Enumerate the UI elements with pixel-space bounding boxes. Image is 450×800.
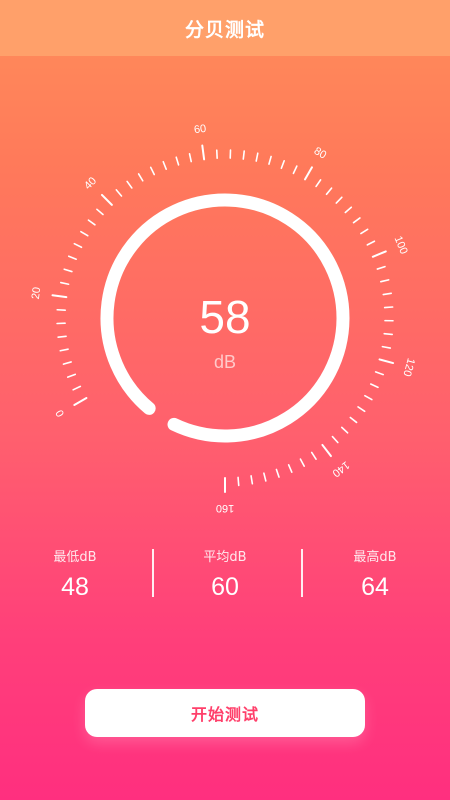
header-bar: 分贝测试 — [0, 0, 450, 56]
gauge-minor-tick — [96, 208, 104, 216]
stats-divider — [301, 549, 303, 597]
stat-avg: 平均dB 60 — [150, 540, 300, 610]
gauge-minor-tick — [59, 348, 69, 352]
gauge-minor-tick — [242, 150, 246, 160]
gauge-scale-label: 160 — [216, 502, 234, 514]
gauge-minor-tick — [376, 265, 386, 270]
gauge-major-tick — [201, 144, 206, 161]
gauge-scale-label: 140 — [330, 458, 352, 479]
gauge-minor-tick — [175, 156, 180, 166]
stats-divider — [152, 549, 154, 597]
gauge-minor-tick — [357, 406, 366, 413]
gauge-minor-tick — [268, 155, 272, 165]
gauge-minor-tick — [310, 451, 317, 460]
gauge-minor-tick — [275, 468, 280, 478]
gauge-minor-tick — [87, 219, 96, 226]
gauge-major-tick — [100, 193, 113, 206]
gauge-minor-tick — [352, 217, 361, 224]
gauge-minor-tick — [280, 159, 285, 170]
gauge-minor-tick — [315, 179, 322, 188]
gauge-minor-tick — [250, 475, 254, 485]
gauge-minor-tick — [67, 255, 77, 260]
gauge-minor-tick — [188, 152, 193, 163]
stat-min: 最低dB 48 — [0, 540, 150, 610]
stat-min-value: 48 — [61, 573, 89, 601]
stat-max-value: 64 — [361, 573, 389, 601]
gauge-scale-label: 60 — [193, 123, 207, 136]
gauge-scale-label: 40 — [82, 175, 99, 192]
gauge-minor-tick — [331, 435, 339, 444]
gauge-minor-tick — [366, 240, 376, 246]
stat-max-label: 最高dB — [353, 550, 397, 565]
gauge-scale-label: 80 — [312, 145, 329, 162]
stat-min-label: 最低dB — [53, 550, 97, 565]
current-db-unit: dB — [213, 352, 237, 372]
current-db-value: 58 — [199, 291, 251, 343]
gauge-minor-tick — [66, 373, 77, 378]
gauge-minor-tick — [162, 160, 167, 170]
gauge-minor-tick — [340, 426, 349, 434]
gauge-minor-tick — [80, 230, 89, 237]
gauge-scale-label: 100 — [392, 234, 410, 256]
gauge-minor-tick — [349, 416, 358, 424]
gauge-scale-label: 0 — [54, 407, 67, 418]
gauge-minor-tick — [63, 268, 73, 273]
gauge-minor-tick — [299, 458, 305, 467]
gauge-minor-tick — [287, 463, 293, 473]
gauge-minor-tick — [369, 383, 379, 389]
gauge-minor-tick — [149, 166, 156, 176]
gauge-major-tick — [73, 397, 88, 406]
gauge-minor-tick — [344, 206, 353, 214]
gauge-minor-tick — [381, 345, 392, 349]
gauge-minor-tick — [292, 165, 298, 175]
gauge-major-tick — [371, 250, 387, 258]
gauge-minor-tick — [72, 385, 82, 391]
page-title: 分贝测试 — [184, 18, 265, 41]
gauge-minor-tick — [137, 173, 144, 182]
gauge-major-tick — [321, 443, 332, 458]
gauge-minor-tick — [126, 180, 133, 189]
start-test-button[interactable]: 开始测试 — [85, 689, 365, 737]
gauge-minor-tick — [335, 196, 343, 204]
gauge-minor-tick — [73, 242, 83, 249]
gauge-minor-tick — [115, 189, 123, 197]
stats-row: 最低dB 48 平均dB 60 最高dB 64 — [0, 540, 450, 610]
stat-max: 最高dB 64 — [300, 540, 450, 610]
stat-avg-value: 60 — [211, 573, 239, 601]
gauge-minor-tick — [364, 394, 373, 401]
gauge-minor-tick — [360, 228, 369, 235]
stat-avg-label: 平均dB — [203, 550, 247, 565]
gauge-minor-tick — [255, 152, 259, 162]
gauge-minor-tick — [325, 187, 333, 196]
gauge-major-tick — [304, 166, 313, 181]
gauge-minor-tick — [59, 281, 70, 286]
decibel-gauge: 0 20 40 60 80 100 120 140 160 58 dB — [0, 120, 450, 520]
gauge-minor-tick — [263, 472, 267, 482]
gauge-minor-tick — [380, 279, 390, 283]
gauge-minor-tick — [237, 476, 240, 487]
